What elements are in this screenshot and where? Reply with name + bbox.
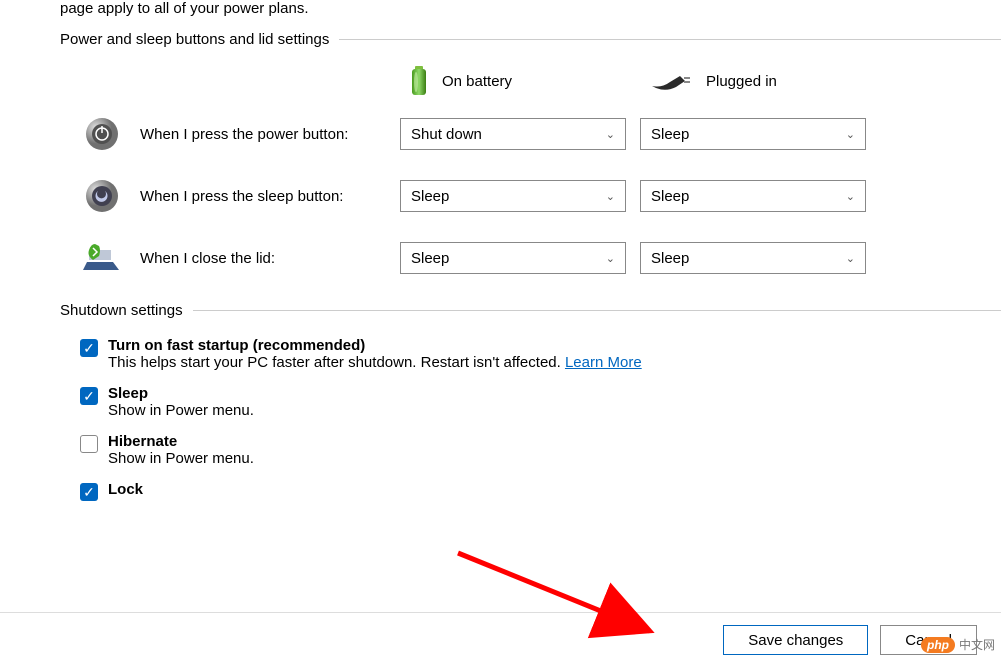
select-value: Sleep	[651, 188, 689, 205]
divider	[339, 39, 1001, 40]
checkbox-title: Hibernate	[108, 433, 254, 450]
select-lid-plugged[interactable]: Sleep ⌄	[640, 242, 866, 274]
select-power-plugged[interactable]: Sleep ⌄	[640, 118, 866, 150]
select-sleep-battery[interactable]: Sleep ⌄	[400, 180, 626, 212]
checkbox-row-lock: ✓ Lock	[80, 481, 1001, 501]
row-close-lid: When I close the lid: Sleep ⌄ Sleep ⌄	[60, 240, 1001, 276]
footer: Save changes Cancel	[0, 612, 1001, 667]
chevron-down-icon: ⌄	[846, 252, 855, 265]
power-button-icon	[80, 116, 124, 152]
checkbox-title: Lock	[108, 481, 143, 498]
select-value: Sleep	[411, 188, 449, 205]
checkbox-fast-startup[interactable]: ✓	[80, 339, 98, 357]
section-title: Power and sleep buttons and lid settings	[60, 31, 339, 48]
intro-text: page apply to all of your power plans.	[60, 0, 1001, 17]
select-value: Sleep	[411, 250, 449, 267]
checkbox-row-hibernate: Hibernate Show in Power menu.	[80, 433, 1001, 475]
laptop-lid-icon	[80, 240, 124, 276]
row-label: When I close the lid:	[140, 250, 400, 267]
section-power-buttons-header: Power and sleep buttons and lid settings	[60, 31, 1001, 48]
row-power-button: When I press the power button: Shut down…	[60, 116, 1001, 152]
column-on-battery: On battery	[410, 66, 650, 96]
save-changes-button[interactable]: Save changes	[723, 625, 868, 655]
chevron-down-icon: ⌄	[606, 128, 615, 141]
chevron-down-icon: ⌄	[606, 252, 615, 265]
checkbox-subtitle: Show in Power menu.	[108, 450, 254, 467]
checkbox-sleep[interactable]: ✓	[80, 387, 98, 405]
column-label: On battery	[442, 73, 512, 90]
divider	[193, 310, 1001, 311]
sleep-button-icon	[80, 178, 124, 214]
checkbox-lock[interactable]: ✓	[80, 483, 98, 501]
section-shutdown-header: Shutdown settings	[60, 302, 1001, 319]
column-label: Plugged in	[706, 73, 777, 90]
chevron-down-icon: ⌄	[846, 190, 855, 203]
checkbox-subtitle: Show in Power menu.	[108, 402, 254, 419]
checkbox-title: Sleep	[108, 385, 254, 402]
battery-icon	[410, 66, 428, 96]
row-sleep-button: When I press the sleep button: Sleep ⌄ S…	[60, 178, 1001, 214]
checkbox-title: Turn on fast startup (recommended)	[108, 337, 642, 354]
select-lid-battery[interactable]: Sleep ⌄	[400, 242, 626, 274]
chevron-down-icon: ⌄	[846, 128, 855, 141]
select-value: Shut down	[411, 126, 482, 143]
chevron-down-icon: ⌄	[606, 190, 615, 203]
section-title: Shutdown settings	[60, 302, 193, 319]
cancel-button[interactable]: Cancel	[880, 625, 977, 655]
row-label: When I press the sleep button:	[140, 188, 400, 205]
learn-more-link[interactable]: Learn More	[565, 354, 642, 371]
select-sleep-plugged[interactable]: Sleep ⌄	[640, 180, 866, 212]
checkbox-row-sleep: ✓ Sleep Show in Power menu.	[80, 385, 1001, 427]
select-power-battery[interactable]: Shut down ⌄	[400, 118, 626, 150]
row-label: When I press the power button:	[140, 126, 400, 143]
checkbox-hibernate[interactable]	[80, 435, 98, 453]
checkbox-row-fast-startup: ✓ Turn on fast startup (recommended) Thi…	[80, 337, 1001, 379]
column-plugged-in: Plugged in	[650, 72, 890, 90]
plug-icon	[650, 72, 692, 90]
columns-header: On battery Plugged in	[60, 66, 1001, 96]
select-value: Sleep	[651, 250, 689, 267]
select-value: Sleep	[651, 126, 689, 143]
checkbox-subtitle: This helps start your PC faster after sh…	[108, 354, 642, 371]
